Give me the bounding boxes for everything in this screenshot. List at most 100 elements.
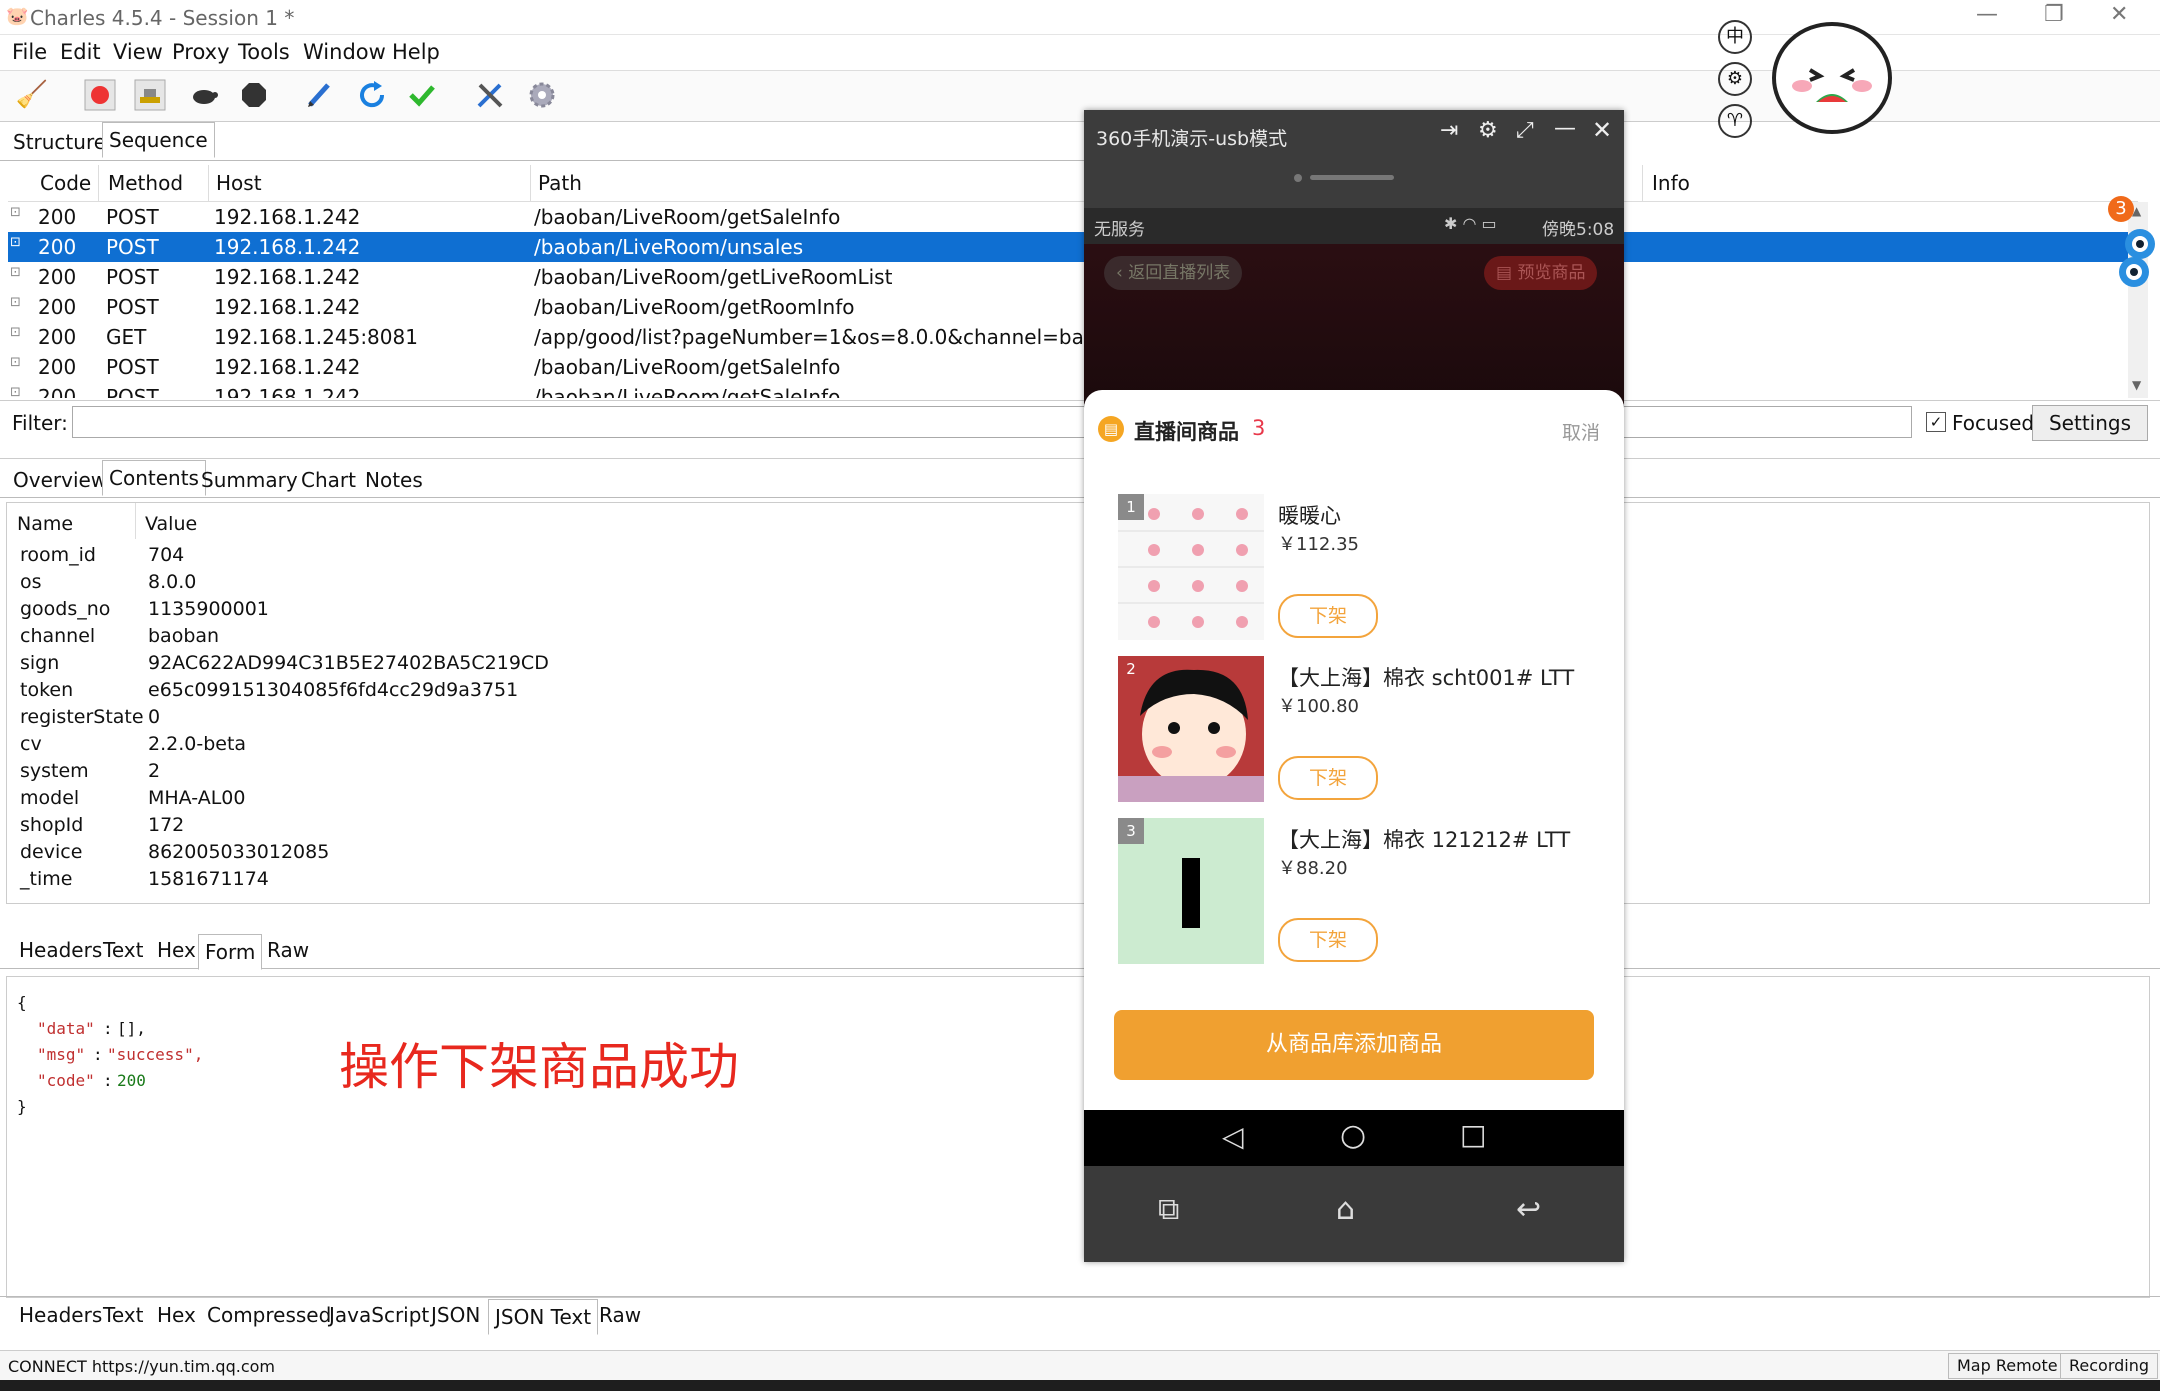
- tab-form[interactable]: Form: [198, 934, 263, 970]
- unlist-button[interactable]: 下架: [1278, 918, 1378, 962]
- table-row-selected[interactable]: ⊡ 200 POST 192.168.1.242 /baoban/LiveRoo…: [8, 232, 2128, 262]
- tab-sequence[interactable]: Sequence: [102, 122, 215, 158]
- menu-help[interactable]: Help: [392, 40, 440, 64]
- tab-summary[interactable]: Summary: [194, 462, 305, 498]
- tab-resp-raw[interactable]: Raw: [592, 1297, 648, 1333]
- menu-window[interactable]: Window: [303, 40, 386, 64]
- product-item: 2 【大上海】棉衣 scht001# LTT ￥100.80 下架: [1118, 656, 1598, 806]
- unlist-button[interactable]: 下架: [1278, 594, 1378, 638]
- menu-tools[interactable]: Tools: [238, 40, 290, 64]
- filter-bar: Filter: ✓ Focused Settings: [0, 400, 2160, 447]
- turtle-icon[interactable]: [186, 77, 222, 113]
- camera-dot: [1294, 174, 1302, 182]
- side-eye-icon[interactable]: [2116, 226, 2160, 292]
- broom-icon[interactable]: 🧹: [14, 77, 50, 113]
- minimize-icon[interactable]: —: [1554, 116, 1576, 141]
- tab-resp-json[interactable]: JSON: [424, 1297, 487, 1333]
- product-name: 暖暖心: [1278, 504, 1341, 528]
- back-to-list-button[interactable]: ‹ 返回直播列表: [1104, 256, 1243, 290]
- tab-chart[interactable]: Chart: [294, 462, 363, 498]
- minimize-button[interactable]: —: [1976, 2, 1998, 27]
- nav-home-icon[interactable]: ○: [1340, 1118, 1366, 1153]
- home-icon[interactable]: ⌂: [1336, 1192, 1355, 1227]
- record-icon[interactable]: [82, 77, 118, 113]
- tab-resp-headers[interactable]: Headers: [12, 1297, 109, 1333]
- table-row[interactable]: ⊡ 200 POST 192.168.1.242 /baoban/LiveRoo…: [8, 382, 2128, 398]
- map-remote-button[interactable]: Map Remote: [1948, 1353, 2067, 1379]
- ime-chinese-icon[interactable]: 中: [1718, 20, 1752, 54]
- notification-badge[interactable]: 3: [2108, 196, 2134, 222]
- detail-tabs: Overview Contents Summary Chart Notes: [0, 458, 2160, 498]
- response-body[interactable]: { "data" : [], "msg" : "success", "code"…: [6, 976, 2150, 1298]
- menu-proxy[interactable]: Proxy: [172, 40, 230, 64]
- tab-raw[interactable]: Raw: [260, 932, 316, 968]
- table-row[interactable]: ⊡ 200 GET 192.168.1.245:8081 /app/good/l…: [8, 322, 2128, 352]
- column-code[interactable]: Code: [40, 171, 91, 195]
- mascot-icon[interactable]: [1770, 16, 1900, 142]
- shop-icon: ▤: [1098, 416, 1124, 442]
- menu-edit[interactable]: Edit: [60, 40, 101, 64]
- settings-button[interactable]: Settings: [2032, 405, 2148, 441]
- table-row[interactable]: ⊡ 200 POST 192.168.1.242 /baoban/LiveRoo…: [8, 292, 2128, 322]
- column-info[interactable]: Info: [1652, 171, 1690, 195]
- table-row[interactable]: ⊡ 200 POST 192.168.1.242 /baoban/LiveRoo…: [8, 262, 2128, 292]
- check-icon[interactable]: [404, 77, 440, 113]
- tab-resp-text[interactable]: Text: [96, 1297, 150, 1333]
- add-from-library-button[interactable]: 从商品库添加商品: [1114, 1010, 1594, 1080]
- close-icon[interactable]: ✕: [1592, 116, 1612, 144]
- tools-icon[interactable]: [472, 77, 508, 113]
- request-icon: ⊡: [10, 265, 21, 280]
- close-button[interactable]: ✕: [2110, 2, 2128, 27]
- pen-icon[interactable]: [302, 77, 338, 113]
- tab-headers[interactable]: Headers: [12, 932, 109, 968]
- nav-back-icon[interactable]: ◁: [1222, 1120, 1244, 1153]
- cancel-button[interactable]: 取消: [1562, 418, 1600, 445]
- cast-icon[interactable]: ⇥: [1440, 118, 1458, 143]
- menu-view[interactable]: View: [113, 40, 163, 64]
- stop-icon[interactable]: [236, 77, 272, 113]
- settings-icon[interactable]: ⚙: [1478, 118, 1498, 143]
- unlist-button[interactable]: 下架: [1278, 756, 1378, 800]
- tab-resp-compressed[interactable]: Compressed: [200, 1297, 338, 1333]
- preview-products-button[interactable]: ▤ 预览商品: [1484, 256, 1598, 290]
- column-path[interactable]: Path: [538, 171, 582, 195]
- speaker-grille: [1310, 175, 1394, 180]
- throttle-icon[interactable]: [132, 77, 168, 113]
- focused-checkbox[interactable]: ✓: [1926, 412, 1946, 432]
- ime-settings-icon[interactable]: ⚙: [1718, 62, 1752, 96]
- tab-resp-javascript[interactable]: JavaScript: [322, 1297, 436, 1333]
- scroll-down-icon[interactable]: ▼: [2132, 378, 2141, 392]
- filter-input[interactable]: [72, 406, 1912, 438]
- tab-resp-json-text[interactable]: JSON Text: [488, 1299, 599, 1335]
- refresh-icon[interactable]: [354, 77, 390, 113]
- focused-label: Focused: [1952, 411, 2035, 435]
- tab-notes[interactable]: Notes: [358, 462, 430, 498]
- settings-icon[interactable]: [524, 77, 560, 113]
- tab-structure[interactable]: Structure: [6, 124, 113, 160]
- multitask-icon[interactable]: ⧉: [1158, 1192, 1179, 1227]
- column-method[interactable]: Method: [108, 171, 183, 195]
- product-price: ￥112.35: [1278, 534, 1359, 555]
- android-status-bar: 无服务 ✱ ◠ ▭ 傍晚5:08: [1084, 208, 1624, 244]
- recording-button[interactable]: Recording: [2060, 1353, 2159, 1379]
- ime-skin-icon[interactable]: ♈: [1718, 104, 1752, 138]
- sheet-count: 3: [1252, 416, 1266, 440]
- product-price: ￥100.80: [1278, 696, 1359, 717]
- signal-status: 无服务: [1094, 220, 1145, 240]
- return-icon[interactable]: ↩: [1516, 1192, 1541, 1227]
- tab-text[interactable]: Text: [96, 932, 150, 968]
- restore-button[interactable]: ❐: [2044, 2, 2064, 27]
- android-nav-bar: ◁ ○ □: [1084, 1110, 1624, 1166]
- fullscreen-icon[interactable]: ⤢: [1516, 118, 1534, 143]
- table-row[interactable]: ⊡ 200 POST 192.168.1.242 /baoban/LiveRoo…: [8, 352, 2128, 382]
- table-row[interactable]: ⊡ 200 POST 192.168.1.242 /baoban/LiveRoo…: [8, 202, 2128, 232]
- column-host[interactable]: Host: [216, 171, 262, 195]
- nav-recents-icon[interactable]: □: [1460, 1118, 1486, 1151]
- tab-contents[interactable]: Contents: [102, 460, 206, 496]
- tab-resp-hex[interactable]: Hex: [150, 1297, 203, 1333]
- tab-hex[interactable]: Hex: [150, 932, 203, 968]
- product-sheet: ▤ 直播间商品 3 取消 1 暖暖心 ￥112.35 下架 2 【大上海】棉衣 …: [1084, 390, 1624, 1110]
- tab-overview[interactable]: Overview: [6, 462, 114, 498]
- float-widget: 中 ⚙ ♈: [1714, 16, 1900, 142]
- menu-file[interactable]: File: [12, 40, 47, 64]
